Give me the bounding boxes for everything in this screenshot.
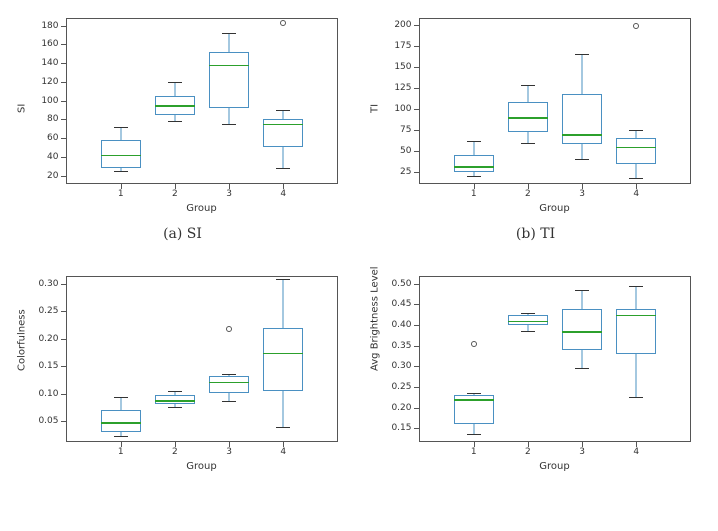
ytick-label: 0.35: [391, 341, 411, 351]
xtick-label: 1: [118, 447, 124, 457]
ytick-label: 0.30: [391, 361, 411, 371]
ytick-label: 0.15: [391, 423, 411, 433]
ytick-label: 0.40: [391, 320, 411, 330]
ytick-label: 0.45: [391, 299, 411, 309]
xtick-label: 4: [280, 447, 286, 457]
ytick-label: 150: [394, 62, 411, 72]
ytick-label: 0.15: [38, 361, 58, 371]
ytick-label: 25: [400, 167, 411, 177]
xtick-label: 4: [280, 189, 286, 199]
ytick-label: 140: [41, 58, 58, 68]
ytick-label: 0.25: [38, 306, 58, 316]
xtick-label: 2: [172, 189, 178, 199]
xlabel-si: Group: [186, 203, 216, 214]
ytick-label: 0.05: [38, 416, 58, 426]
boxplot-ti: 25 50 75 100 125 150 175 200 1 2 3 4 TI Group: [371, 8, 701, 218]
xtick-label: 2: [525, 189, 531, 199]
xtick-label: 2: [172, 447, 178, 457]
ytick-label: 200: [394, 20, 411, 30]
ytick-label: 0.50: [391, 279, 411, 289]
xtick-label: 1: [471, 447, 477, 457]
ytick-label: 0.20: [38, 334, 58, 344]
xtick-label: 4: [633, 447, 639, 457]
boxplot-si: 20 40 60 80 100 120 140 160 180 1 2 3 4 SI Group: [18, 8, 348, 218]
xlabel-ti: Group: [539, 203, 569, 214]
xtick-label: 3: [226, 447, 232, 457]
ytick-label: 60: [47, 133, 58, 143]
ytick-label: 75: [400, 125, 411, 135]
ytick-label: 0.25: [391, 382, 411, 392]
ytick-label: 100: [394, 104, 411, 114]
xtick-label: 1: [118, 189, 124, 199]
ytick-label: 20: [47, 171, 58, 181]
chart-grid: 20 40 60 80 100 120 140 160 180 1 2 3 4 SI Group (a)…: [0, 0, 718, 531]
ytick-label: 160: [41, 39, 58, 49]
chart-cell-colorfulness: 0.05 0.10 0.15 0.20 0.25 0.30 1 2 3 4 Colorfulnes…: [6, 266, 359, 524]
ytick-label: 180: [41, 21, 58, 31]
ytick-label: 0.20: [391, 403, 411, 413]
boxplot-brightness: 0.15 0.20 0.25 0.30 0.35 0.40 0.45 0.50 1 2 3 4 Avg…: [371, 266, 701, 476]
caption-si: (a) SI: [163, 226, 202, 242]
chart-cell-brightness: 0.15 0.20 0.25 0.30 0.35 0.40 0.45 0.50 1 2 3 4 Avg…: [359, 266, 712, 524]
chart-cell-ti: 25 50 75 100 125 150 175 200 1 2 3 4 TI Group (b) T…: [359, 8, 712, 266]
caption-ti: (b) TI: [516, 226, 555, 242]
ytick-label: 125: [394, 83, 411, 93]
ylabel-colorfulness: Colorfulness: [16, 309, 27, 371]
ylabel-ti: TI: [369, 104, 380, 113]
boxplot-colorfulness: 0.05 0.10 0.15 0.20 0.25 0.30 1 2 3 4 Colorfulnes…: [18, 266, 348, 476]
ytick-label: 50: [400, 146, 411, 156]
ytick-label: 120: [41, 77, 58, 87]
ytick-label: 100: [41, 96, 58, 106]
chart-cell-si: 20 40 60 80 100 120 140 160 180 1 2 3 4 SI Group (a)…: [6, 8, 359, 266]
ytick-label: 40: [47, 152, 58, 162]
ylabel-si: SI: [16, 104, 27, 113]
ytick-label: 0.30: [38, 279, 58, 289]
xlabel-colorfulness: Group: [186, 461, 216, 472]
ytick-label: 80: [47, 114, 58, 124]
xtick-label: 1: [471, 189, 477, 199]
xtick-label: 3: [579, 189, 585, 199]
xtick-label: 2: [525, 447, 531, 457]
ytick-label: 175: [394, 41, 411, 51]
ytick-label: 0.10: [38, 389, 58, 399]
ylabel-brightness: Avg Brightness Level: [369, 266, 380, 371]
xtick-label: 4: [633, 189, 639, 199]
xlabel-brightness: Group: [539, 461, 569, 472]
xtick-label: 3: [579, 447, 585, 457]
xtick-label: 3: [226, 189, 232, 199]
